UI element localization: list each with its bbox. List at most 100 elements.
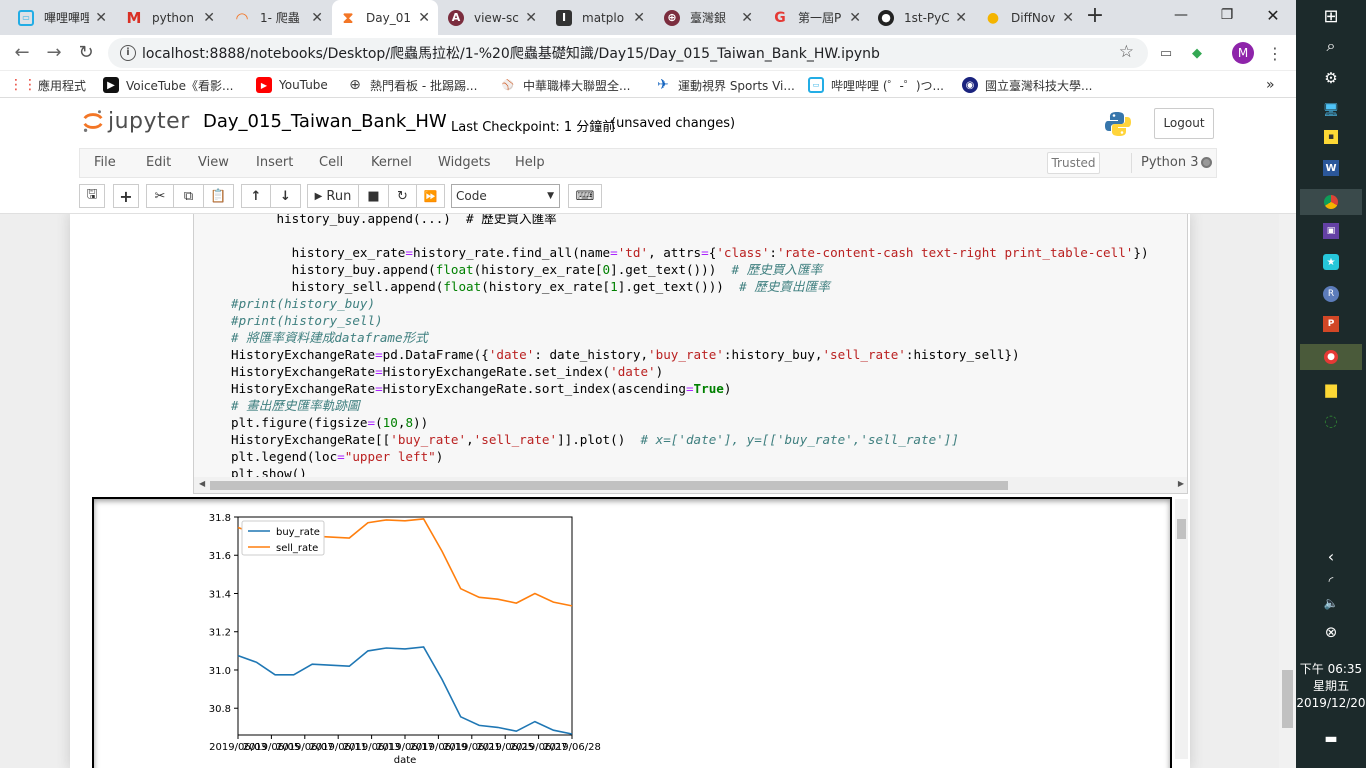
info-icon[interactable]: i [120,45,136,61]
code-line: plt.legend(loc="upper left") [231,449,444,464]
wifi-icon[interactable]: ◜ [1320,570,1342,592]
active-app-taskbar-item[interactable]: ● [1300,344,1362,370]
scrollbar-thumb[interactable] [1177,519,1186,539]
close-icon[interactable]: ✕ [955,10,967,26]
close-icon[interactable]: ✕ [418,10,430,26]
maximize-button[interactable]: ❐ [1204,0,1250,30]
bookmark-star-icon[interactable]: ☆ [1119,42,1134,62]
close-icon[interactable]: ✕ [525,10,537,26]
stop-icon[interactable]: ■ [359,184,389,208]
save-icon[interactable]: 🖫 [79,184,105,208]
browser-tab[interactable]: ▭ 嗶哩嗶哩 ✕ [10,0,115,35]
diffnow-icon: ● [986,9,1000,26]
scrollbar-thumb[interactable] [210,481,1008,490]
menu-widgets[interactable]: Widgets [438,155,491,170]
address-bar[interactable]: i localhost:8888/notebooks/Desktop/爬蟲馬拉松… [108,38,1148,68]
move-up-icon[interactable]: ↑ [241,184,271,208]
browser-tab[interactable]: Imatplo ✕ [548,0,653,35]
close-icon[interactable]: ✕ [1062,10,1074,26]
close-icon[interactable]: ✕ [203,10,215,26]
profile-avatar[interactable]: M [1232,42,1254,64]
settings-gear-icon[interactable]: ⚙ [1320,67,1342,89]
browser-tab[interactable]: ● 1st-PyC ✕ [870,0,975,35]
monitor-icon[interactable]: 🖥 [1320,99,1342,121]
word-icon[interactable]: W [1323,160,1339,176]
paste-icon[interactable]: 📋 [204,184,234,208]
volume-icon[interactable]: 🔈 [1320,592,1342,614]
close-icon[interactable]: ✕ [633,10,645,26]
scroll-right-icon[interactable]: ▶ [1178,479,1184,488]
bookmark-item[interactable]: ▶ YouTube [256,76,328,94]
menu-edit[interactable]: Edit [146,155,171,170]
run-button[interactable]: ▶︎ Run [307,184,359,208]
close-circle-icon[interactable]: ⊗ [1320,621,1342,643]
cast-icon[interactable]: ▭ [1156,43,1176,63]
menu-cell[interactable]: Cell [319,155,343,170]
chevron-left-icon[interactable]: ‹ [1320,545,1342,567]
powerpoint-icon[interactable]: P [1323,316,1339,332]
browser-tab[interactable]: G 第一屆P ✕ [764,0,869,35]
cut-icon[interactable]: ✂ [146,184,174,208]
browser-tab[interactable]: Aview-sc ✕ [440,0,545,35]
minimize-button[interactable]: — [1158,0,1204,30]
close-icon[interactable]: ✕ [311,10,323,26]
code-cell-input[interactable]: history_buy.append(...) # 歷史買入匯率 history… [193,214,1188,494]
browser-tab[interactable]: ⊕ 臺灣銀 ✕ [656,0,761,35]
logout-button[interactable]: Logout [1154,108,1214,139]
browser-tab[interactable]: Mpython ✕ [118,0,223,35]
menu-insert[interactable]: Insert [256,155,293,170]
bookmark-item[interactable]: ⊕ 熱門看板 - 批踢踢... [347,76,477,94]
close-icon[interactable]: ✕ [741,10,753,26]
r-app-icon[interactable]: R [1323,286,1339,302]
chrome-taskbar-item[interactable] [1300,189,1362,215]
bookmark-item[interactable]: ◉ 國立臺灣科技大學... [962,76,1092,94]
trusted-indicator[interactable]: Trusted [1047,152,1100,174]
more-bookmarks-icon[interactable]: » [1266,76,1275,94]
notification-icon[interactable]: ▬ [1320,728,1342,750]
menu-help[interactable]: Help [515,155,545,170]
search-icon[interactable]: ⌕ [1320,35,1342,57]
new-tab-button[interactable]: + [1083,5,1107,29]
jupyter-logo[interactable]: jupyter [82,108,190,134]
keyboard-icon[interactable]: ⌨ [568,184,602,208]
twitch-icon[interactable]: ▣ [1323,223,1339,239]
loading-ring-icon[interactable]: ◌ [1320,409,1342,431]
bookmark-item[interactable]: ⚾ 中華職棒大聯盟全... [500,76,631,94]
forward-arrow-icon[interactable]: → [42,41,66,65]
star-app-icon[interactable]: ★ [1323,254,1339,270]
scrollbar-thumb[interactable] [1282,670,1293,728]
copy-icon[interactable]: ⧉ [174,184,204,208]
menu-kernel[interactable]: Kernel [371,155,412,170]
back-arrow-icon[interactable]: ← [10,41,34,65]
browser-tab-active[interactable]: ⧗ Day_01 ✕ [332,0,438,35]
browser-tab[interactable]: ◠ 1- 爬蟲 ✕ [226,0,331,35]
close-icon[interactable]: ✕ [95,10,107,26]
more-menu-icon[interactable]: ⋮ [1265,43,1285,63]
code-editor[interactable]: history_buy.append(...) # 歷史買入匯率 history… [231,214,1149,482]
extension-icon[interactable]: ◆ [1187,43,1207,63]
windows-start-icon[interactable]: ⊞ [1320,5,1342,27]
menu-view[interactable]: View [198,155,229,170]
browser-tab[interactable]: ● DiffNov ✕ [977,0,1082,35]
bookmark-item[interactable]: ▶ VoiceTube《看影... [103,76,234,94]
reload-icon[interactable]: ↻ [74,41,98,65]
close-window-button[interactable]: ✕ [1250,0,1296,30]
notebook-name[interactable]: Day_015_Taiwan_Bank_HW [203,111,447,132]
output-vertical-scrollbar[interactable] [1175,499,1188,759]
scroll-left-icon[interactable]: ◀ [199,479,205,488]
horizontal-scrollbar[interactable]: ◀ ▶ [194,477,1187,493]
bookmark-item[interactable]: ▭ 哔哩哔哩 (゜-゜)つ... [808,76,944,94]
cell-type-select[interactable]: Code ▼ [451,184,560,208]
restart-icon[interactable]: ↻ [389,184,417,208]
system-clock[interactable]: 下午 06:35 星期五 2019/12/20 [1296,661,1366,712]
sticky-notes-icon[interactable]: ▪ [1324,130,1338,144]
restart-run-all-icon[interactable]: ⏩ [417,184,445,208]
page-vertical-scrollbar[interactable] [1279,214,1296,768]
move-down-icon[interactable]: ↓ [271,184,301,208]
insert-cell-icon[interactable]: + [113,184,139,208]
folder-icon[interactable]: ▆ [1320,378,1342,400]
bookmark-apps[interactable]: ⋮⋮ 應用程式 [9,76,86,94]
bookmark-item[interactable]: ✈ 運動視界 Sports Vi... [655,76,795,94]
close-icon[interactable]: ✕ [849,10,861,26]
menu-file[interactable]: File [94,155,116,170]
